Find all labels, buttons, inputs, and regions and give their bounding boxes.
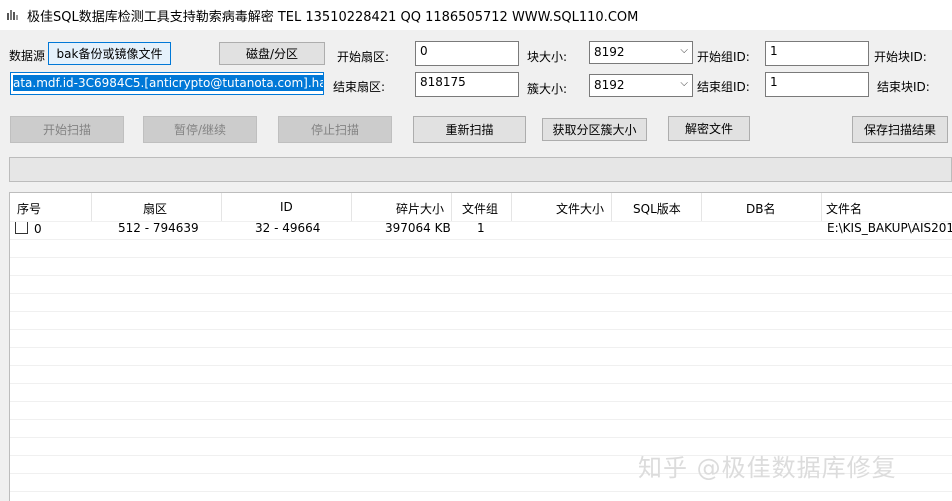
cluster-size-select[interactable]: 8192 ⌵ — [589, 74, 693, 97]
block-size-select[interactable]: 8192 ⌵ — [589, 41, 693, 64]
start-sector-input[interactable]: 0 — [415, 41, 519, 66]
end-group-label: 结束组ID: — [697, 80, 750, 94]
column-divider — [821, 193, 822, 221]
row-fragment-size: 397064 KB — [385, 221, 451, 235]
column-divider — [611, 193, 612, 221]
app-icon — [7, 10, 18, 20]
chevron-down-icon: ⌵ — [680, 78, 688, 89]
end-block-label: 结束块ID: — [877, 80, 930, 94]
column-header-filename[interactable]: 文件名 — [826, 200, 862, 217]
row-divider — [10, 257, 952, 258]
decrypt-file-button[interactable]: 解密文件 — [668, 116, 750, 141]
row-divider — [10, 311, 952, 312]
start-scan-button[interactable]: 开始扫描 — [10, 116, 124, 143]
column-header-fragment-size[interactable]: 碎片大小 — [396, 200, 444, 217]
row-divider — [10, 365, 952, 366]
column-divider — [451, 193, 452, 221]
window-title: 极佳SQL数据库检测工具支持勒索病毒解密 TEL 13510228421 QQ … — [27, 10, 639, 25]
rescan-button[interactable]: 重新扫描 — [413, 116, 526, 143]
chevron-down-icon: ⌵ — [680, 45, 688, 56]
column-header-filegroup[interactable]: 文件组 — [462, 200, 498, 217]
row-divider — [10, 221, 952, 222]
row-divider — [10, 437, 952, 438]
row-filename: E:\KIS_BAKUP\AIS2016 — [827, 221, 952, 235]
start-sector-label: 开始扇区: — [337, 50, 390, 64]
column-divider — [351, 193, 352, 221]
block-size-value: 8192 — [594, 45, 625, 59]
column-divider — [511, 193, 512, 221]
end-sector-label: 结束扇区: — [333, 80, 386, 94]
row-divider — [10, 491, 952, 492]
column-header-file-size[interactable]: 文件大小 — [556, 200, 604, 217]
row-divider — [10, 239, 952, 240]
column-divider — [221, 193, 222, 221]
column-header-id[interactable]: ID — [280, 200, 293, 214]
row-divider — [10, 347, 952, 348]
row-id: 32 - 49664 — [255, 221, 321, 235]
block-size-label: 块大小: — [527, 50, 568, 64]
row-divider — [10, 293, 952, 294]
source-path-text: ata.mdf.id-3C6984C5.[anticrypto@tutanota… — [13, 75, 323, 91]
row-divider — [10, 419, 952, 420]
column-divider — [701, 193, 702, 221]
column-header-index[interactable]: 序号 — [17, 200, 41, 217]
row-index-cell[interactable]: 0 — [15, 221, 42, 236]
column-header-sector[interactable]: 扇区 — [143, 200, 167, 217]
row-divider — [10, 383, 952, 384]
end-sector-input[interactable]: 818175 — [415, 72, 519, 97]
get-cluster-size-button[interactable]: 获取分区簇大小 — [542, 118, 647, 141]
source-label: 数据源 — [9, 49, 46, 63]
start-group-label: 开始组ID: — [697, 50, 750, 64]
column-header-db-name[interactable]: DB名 — [746, 200, 775, 217]
start-block-label: 开始块ID: — [874, 50, 927, 64]
row-divider — [10, 275, 952, 276]
pause-resume-button[interactable]: 暂停/继续 — [143, 116, 257, 143]
disk-partition-button[interactable]: 磁盘/分区 — [219, 42, 325, 65]
row-filegroup: 1 — [477, 221, 485, 235]
cluster-size-value: 8192 — [594, 78, 625, 92]
save-scan-result-button[interactable]: 保存扫描结果 — [852, 116, 948, 143]
start-group-input[interactable]: 1 — [765, 41, 869, 66]
source-path-input[interactable]: ata.mdf.id-3C6984C5.[anticrypto@tutanota… — [10, 72, 324, 95]
watermark-text: 知乎 @极佳数据库修复 — [638, 454, 897, 482]
column-divider — [91, 193, 92, 221]
row-divider — [10, 401, 952, 402]
row-divider — [10, 329, 952, 330]
checkbox-icon[interactable] — [15, 221, 28, 234]
scan-progress-bar — [9, 157, 952, 182]
column-header-sql-version[interactable]: SQL版本 — [633, 200, 681, 217]
stop-scan-button[interactable]: 停止扫描 — [278, 116, 392, 143]
row-index: 0 — [34, 222, 42, 236]
end-group-input[interactable]: 1 — [765, 72, 869, 97]
bak-source-button[interactable]: bak备份或镜像文件 — [48, 42, 171, 65]
row-sector: 512 - 794639 — [118, 221, 199, 235]
title-bar: 极佳SQL数据库检测工具支持勒索病毒解密 TEL 13510228421 QQ … — [0, 0, 952, 30]
cluster-size-label: 簇大小: — [527, 82, 568, 96]
